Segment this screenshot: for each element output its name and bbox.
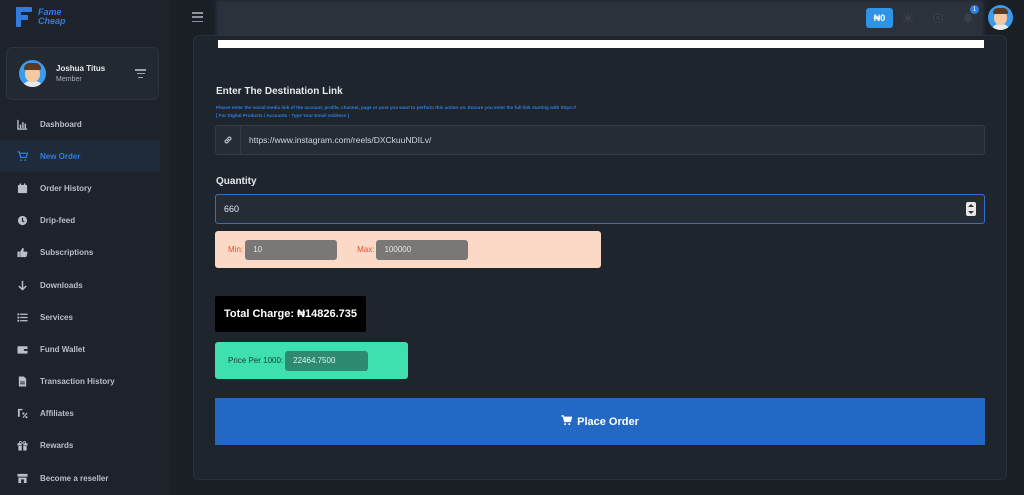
file-icon	[16, 376, 28, 388]
list-icon	[16, 311, 28, 323]
sidebar-item-transaction-history[interactable]: Transaction History	[0, 366, 170, 398]
profile-role: Member	[56, 76, 82, 83]
destination-help-text: Please enter the social media link of th…	[216, 105, 576, 118]
sidebar-item-label: Subscriptions	[40, 248, 94, 258]
store-icon	[16, 472, 28, 484]
filter-icon[interactable]	[135, 69, 146, 78]
sidebar-item-new-order[interactable]: New Order	[0, 140, 160, 173]
place-order-button[interactable]: Place Order	[215, 398, 985, 445]
destination-link-input[interactable]	[241, 126, 984, 154]
user-avatar-button[interactable]	[988, 5, 1013, 30]
sidebar-item-fund-wallet[interactable]: Fund Wallet	[0, 333, 170, 365]
price-per-1000-value: 22464.7500	[285, 350, 369, 371]
min-value: 10	[245, 239, 338, 260]
place-order-label: Place Order	[577, 415, 639, 428]
clock-icon	[16, 215, 28, 227]
sidebar-item-order-history[interactable]: Order History	[0, 172, 170, 204]
link-icon	[216, 126, 241, 154]
avatar	[19, 60, 46, 87]
sidebar-item-label: Services	[40, 312, 73, 322]
quantity-limits-box: Min: 10 Max: 100000	[215, 231, 601, 268]
sidebar-item-label: Affiliates	[40, 409, 74, 419]
brand-logo[interactable]: Fame Cheap	[14, 6, 66, 28]
sidebar-item-dashboard[interactable]: Dashboard	[0, 108, 170, 140]
arrow-down-icon	[16, 279, 28, 291]
sidebar-item-label: Rewards	[40, 441, 74, 451]
notification-badge: 1	[970, 5, 979, 14]
sidebar-item-become-reseller[interactable]: Become a reseller	[0, 462, 170, 494]
price-per-1000-box: Price Per 1000: 22464.7500	[215, 342, 408, 379]
min-label: Min:	[228, 245, 244, 254]
sidebar-item-services[interactable]: Services	[0, 301, 170, 333]
cart-icon	[561, 414, 573, 429]
profile-card: Joshua Titus Member	[6, 47, 159, 100]
quantity-label: Quantity	[216, 176, 257, 187]
service-description-strip	[218, 40, 984, 48]
sidebar-item-label: Dashboard	[40, 119, 82, 129]
sidebar-item-label: Order History	[40, 183, 92, 193]
wallet-balance-button[interactable]: ₦0	[866, 8, 893, 28]
sidebar-item-label: Downloads	[40, 280, 83, 290]
sidebar-item-label: Transaction History	[40, 377, 115, 387]
theme-toggle-icon[interactable]	[902, 11, 914, 24]
menu-toggle-icon[interactable]	[192, 12, 203, 22]
percent-icon	[16, 408, 28, 420]
fullscreen-icon[interactable]	[932, 11, 944, 23]
sidebar-item-label: Become a reseller	[40, 473, 109, 483]
sidebar-nav: Dashboard New Order Order History Drip-f…	[0, 108, 170, 494]
gift-icon	[16, 440, 28, 452]
total-charge: Total Charge: ₦14826.735	[215, 296, 366, 332]
destination-link-title: Enter The Destination Link	[216, 86, 343, 97]
quantity-input[interactable]	[216, 204, 966, 214]
sidebar-item-subscriptions[interactable]: Subscriptions	[0, 237, 170, 269]
sidebar-item-rewards[interactable]: Rewards	[0, 430, 170, 462]
destination-link-field	[215, 125, 985, 155]
sidebar: Fame Cheap Joshua Titus Member Dashboard…	[0, 0, 170, 495]
brand-name-line2: Cheap	[38, 16, 66, 26]
sidebar-item-drip-feed[interactable]: Drip-feed	[0, 205, 170, 237]
thumbs-up-icon	[16, 247, 28, 259]
quantity-field	[215, 194, 985, 224]
price-per-1000-label: Price Per 1000:	[228, 356, 284, 365]
profile-name: Joshua Titus	[56, 64, 106, 73]
cart-icon	[16, 150, 28, 162]
sidebar-item-label: Drip-feed	[40, 216, 76, 226]
logo-mark-icon	[14, 6, 34, 28]
chart-bar-icon	[16, 118, 28, 130]
calendar-icon	[16, 182, 28, 194]
sidebar-item-downloads[interactable]: Downloads	[0, 269, 170, 301]
quantity-stepper[interactable]	[966, 202, 976, 216]
wallet-icon	[16, 343, 28, 355]
max-value: 100000	[376, 239, 469, 260]
sidebar-item-label: Fund Wallet	[40, 344, 86, 354]
sidebar-item-label: New Order	[40, 151, 81, 161]
max-label: Max:	[357, 245, 375, 254]
sidebar-item-affiliates[interactable]: Affiliates	[0, 398, 170, 430]
